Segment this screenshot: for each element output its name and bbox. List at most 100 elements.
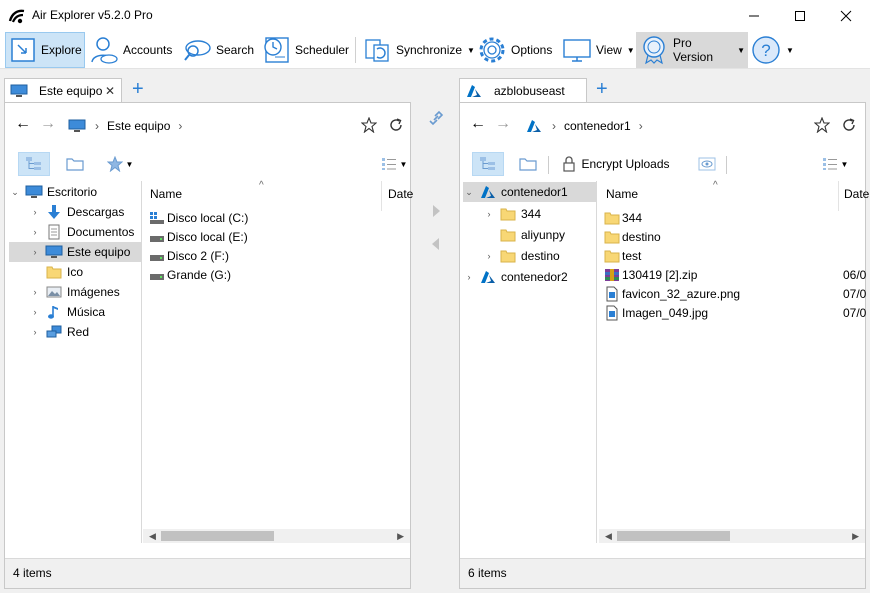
column-header-name[interactable]: Name (150, 187, 182, 201)
close-button[interactable] (823, 0, 869, 31)
synchronize-button[interactable]: Synchronize ▼ (359, 32, 475, 68)
title-bar: Air Explorer v5.2.0 Pro (0, 0, 870, 31)
list-item[interactable]: destino (604, 227, 661, 246)
column-divider[interactable] (381, 181, 382, 211)
left-status-bar: 4 items (5, 558, 410, 588)
chevron-right-icon[interactable]: › (29, 327, 41, 337)
column-divider[interactable] (838, 181, 839, 211)
tree-item-imagenes[interactable]: › Imágenes (9, 282, 141, 302)
breadcrumb-item[interactable]: contenedor1 (564, 119, 631, 133)
new-folder-button[interactable] (63, 152, 87, 176)
list-item[interactable]: favicon_32_azure.png (604, 284, 740, 303)
favorites-button[interactable]: ▼ (103, 152, 137, 176)
folder-icon (45, 264, 63, 280)
svg-text:?: ? (761, 41, 770, 60)
back-arrow-icon[interactable]: ← (470, 116, 486, 132)
breadcrumb[interactable]: › Este equipo › (67, 112, 190, 140)
accounts-button[interactable]: Accounts (86, 32, 176, 68)
tree-item-red[interactable]: › Red (9, 322, 141, 342)
maximize-button[interactable] (777, 0, 823, 31)
options-button[interactable]: Options (474, 32, 556, 68)
add-tab-button[interactable]: + (596, 79, 608, 99)
tree-item-contenedor1[interactable]: ⌄ contenedor1 (463, 182, 596, 202)
tree-item-descargas[interactable]: › Descargas (9, 202, 141, 222)
copy-right-arrow-icon[interactable] (430, 203, 442, 222)
view-button[interactable]: View ▼ (559, 32, 635, 68)
copy-left-arrow-icon[interactable] (430, 236, 442, 255)
pro-version-button[interactable]: Pro Version ▼ (636, 32, 748, 68)
toggle-tree-button[interactable] (18, 152, 50, 176)
column-header-date[interactable]: Date (844, 187, 869, 201)
tab-este-equipo[interactable]: Este equipo ✕ (4, 78, 122, 102)
scroll-left-icon[interactable]: ◀ (605, 529, 612, 543)
toggle-tree-button[interactable] (472, 152, 504, 176)
horizontal-scrollbar[interactable]: ◀ ▶ (599, 529, 865, 543)
forward-arrow-icon[interactable]: → (40, 116, 56, 132)
left-file-list: ^ Name Date Disco local (C:) Disco local… (143, 180, 413, 543)
breadcrumb[interactable]: › contenedor1 › (524, 112, 651, 140)
column-header-name[interactable]: Name (606, 187, 638, 201)
tree-item-este-equipo[interactable]: › Este equipo (9, 242, 141, 262)
list-item[interactable]: test (604, 246, 641, 265)
tree-item-escritorio[interactable]: ⌄ Escritorio (9, 182, 141, 202)
chevron-right-icon[interactable]: › (463, 272, 475, 282)
list-item[interactable]: Disco local (E:) (149, 227, 248, 246)
back-arrow-icon[interactable]: ← (15, 116, 31, 132)
tree-item-ico[interactable]: Ico (9, 262, 141, 282)
list-item[interactable]: 130419 [2].zip (604, 265, 697, 284)
explore-button[interactable]: Explore (5, 32, 85, 68)
chevron-right-icon[interactable]: › (29, 307, 41, 317)
breadcrumb-item[interactable]: Este equipo (107, 119, 170, 133)
help-button[interactable]: ? ▼ (748, 32, 794, 68)
new-folder-button[interactable] (516, 152, 540, 176)
monitor-icon (562, 35, 592, 65)
chevron-right-icon[interactable]: › (29, 207, 41, 217)
link-panels-icon[interactable] (427, 109, 445, 130)
list-item[interactable]: Imagen_049.jpg (604, 303, 708, 322)
close-tab-icon[interactable]: ✕ (105, 84, 115, 98)
scroll-right-icon[interactable]: ▶ (397, 529, 404, 543)
search-button[interactable]: Search (179, 32, 255, 68)
tree-item-aliyunpy[interactable]: aliyunpy (463, 225, 596, 245)
chevron-right-icon[interactable]: › (29, 227, 41, 237)
chevron-right-icon[interactable]: › (483, 209, 495, 219)
add-tab-button[interactable]: + (132, 79, 144, 99)
view-mode-button[interactable]: ▼ (377, 152, 411, 176)
refresh-icon[interactable] (840, 116, 858, 134)
refresh-icon[interactable] (387, 116, 405, 134)
scrollbar-thumb[interactable] (161, 531, 274, 541)
scrollbar-thumb[interactable] (617, 531, 730, 541)
search-icon (182, 35, 212, 65)
chevron-right-icon[interactable]: › (483, 251, 495, 261)
favorite-star-icon[interactable] (813, 116, 831, 134)
scroll-right-icon[interactable]: ▶ (852, 529, 859, 543)
horizontal-scrollbar[interactable]: ◀ ▶ (143, 529, 410, 543)
minimize-button[interactable] (731, 0, 777, 31)
expand-chevron-icon[interactable]: ⌄ (463, 187, 475, 198)
tree-item-musica[interactable]: › Música (9, 302, 141, 322)
chevron-right-icon[interactable]: › (29, 247, 41, 257)
favorite-star-icon[interactable] (360, 116, 378, 134)
forward-arrow-icon[interactable]: → (495, 116, 511, 132)
encrypt-uploads-button[interactable]: Encrypt Uploads (560, 152, 672, 176)
monitor-icon (67, 118, 87, 134)
tab-azblobuseast[interactable]: azblobuseast (459, 78, 587, 102)
synchronize-icon (362, 35, 392, 65)
preview-button[interactable] (694, 152, 720, 176)
scroll-left-icon[interactable]: ◀ (149, 529, 156, 543)
list-item[interactable]: Grande (G:) (149, 265, 231, 284)
list-item[interactable]: Disco local (C:) (149, 208, 248, 227)
scheduler-button[interactable]: Scheduler (258, 32, 350, 68)
list-item[interactable]: Disco 2 (F:) (149, 246, 229, 265)
list-item[interactable]: 344 (604, 208, 642, 227)
view-mode-button[interactable]: ▼ (818, 152, 852, 176)
column-header-date[interactable]: Date (388, 187, 413, 201)
network-icon (45, 324, 63, 340)
tree-view-icon (26, 157, 41, 170)
tree-item-destino[interactable]: › destino (463, 246, 596, 266)
tree-item-344[interactable]: › 344 (463, 204, 596, 224)
tree-item-documentos[interactable]: › Documentos (9, 222, 141, 242)
tree-item-contenedor2[interactable]: › contenedor2 (463, 267, 596, 287)
expand-chevron-icon[interactable]: ⌄ (9, 187, 21, 198)
chevron-right-icon[interactable]: › (29, 287, 41, 297)
